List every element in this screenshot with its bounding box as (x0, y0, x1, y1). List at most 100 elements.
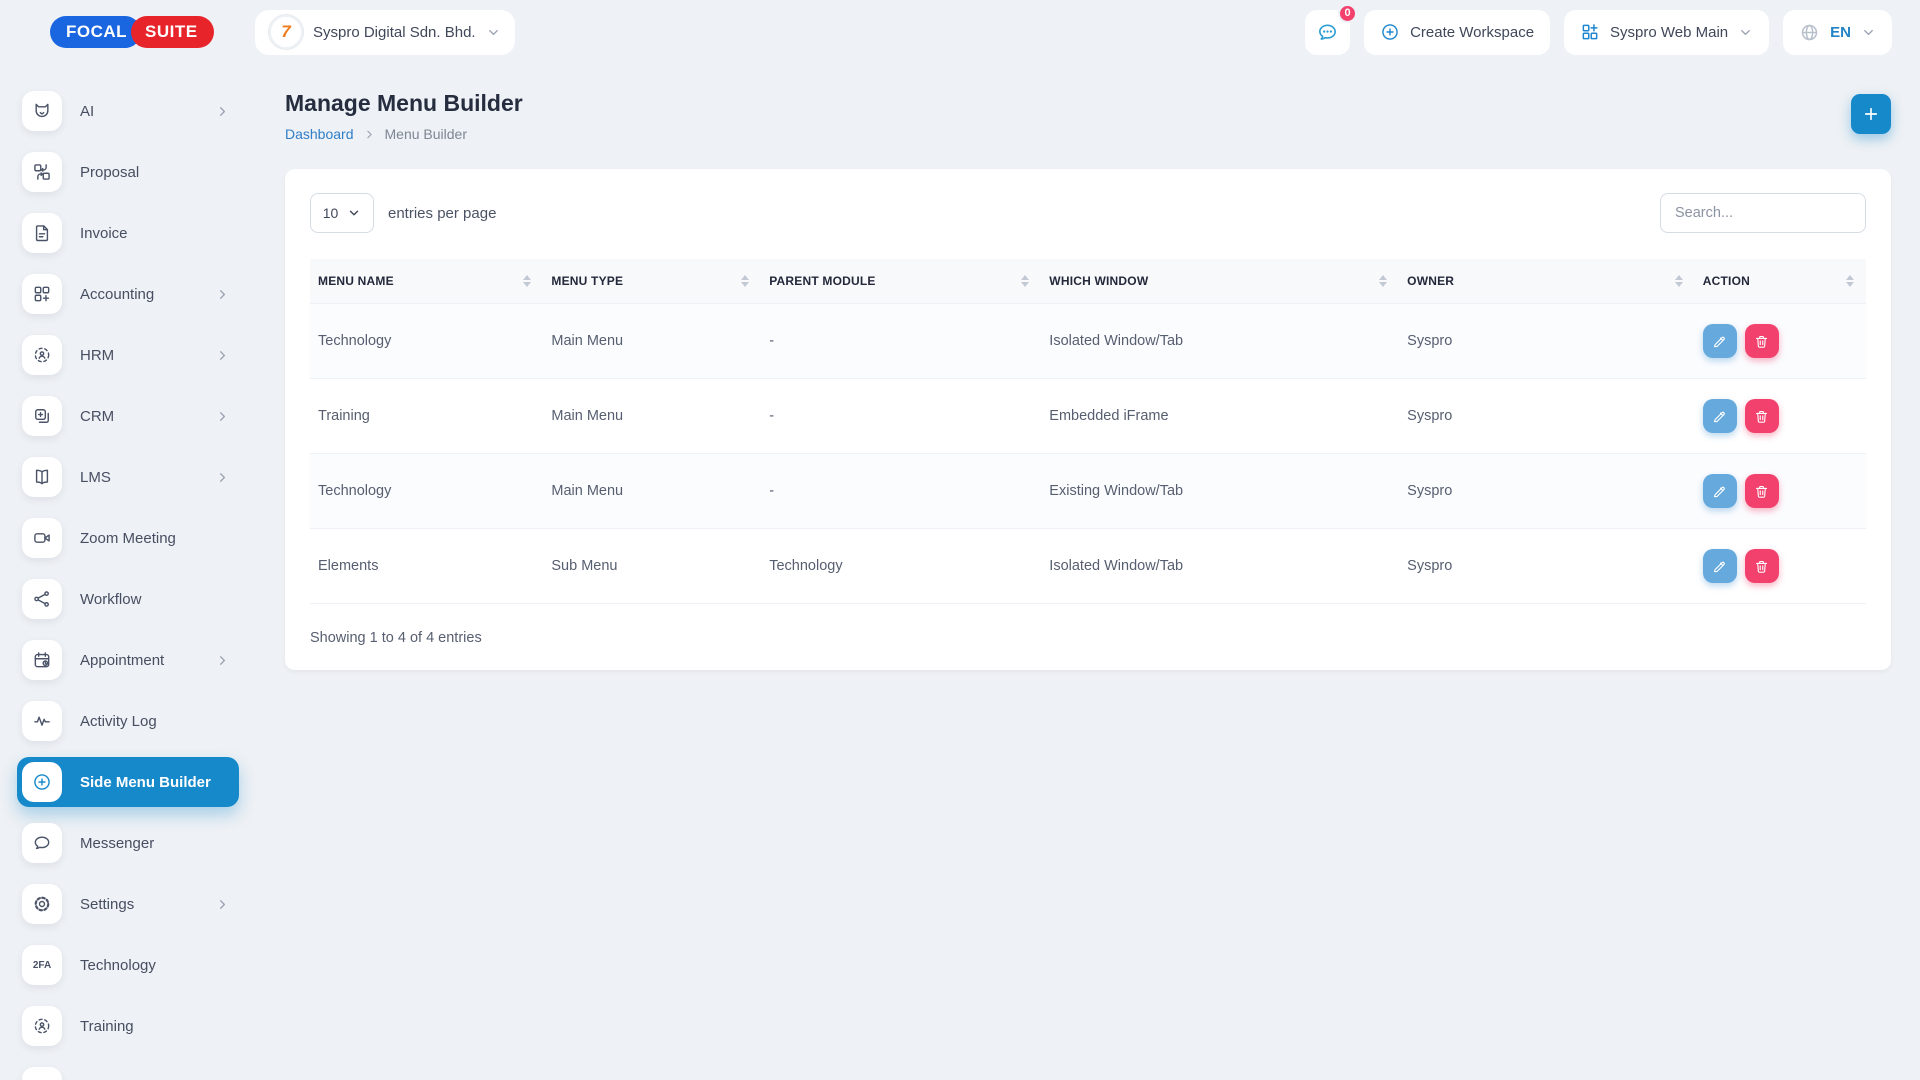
entries-summary: Showing 1 to 4 of 4 entries (310, 630, 1866, 646)
sidebar-item-accounting[interactable]: Accounting (17, 269, 239, 319)
column-header-parent-module[interactable]: PARENT MODULE (761, 259, 1041, 304)
topbar-actions: 0 Create Workspace Syspro Web Main (1305, 10, 1892, 55)
pencil-icon (1712, 334, 1727, 349)
chevron-right-icon (215, 409, 234, 424)
sidebar-item-label: Training (80, 1018, 134, 1035)
sidebar-item-proposal[interactable]: Proposal (17, 147, 239, 197)
2fa-icon: 2FA (22, 945, 62, 985)
edit-button[interactable] (1703, 549, 1737, 583)
edit-button[interactable] (1703, 474, 1737, 508)
column-header-menu-name[interactable]: MENU NAME (310, 259, 543, 304)
workspace-selector[interactable]: 7 Syspro Digital Sdn. Bhd. (255, 10, 515, 55)
entries-per-page-label: entries per page (388, 205, 496, 222)
cell-menu-type: Main Menu (543, 379, 761, 454)
pencil-icon (1712, 484, 1727, 499)
sidebar-item-settings[interactable]: Settings (17, 879, 239, 929)
sidebar-item-zoom-meeting[interactable]: Zoom Meeting (17, 513, 239, 563)
sidebar-item-invoice[interactable]: Invoice (17, 208, 239, 258)
sidebar-item-label: Messenger (80, 835, 154, 852)
cell-parent-module: - (761, 379, 1041, 454)
delete-button[interactable] (1745, 549, 1779, 583)
table-row: Technology Main Menu - Isolated Window/T… (310, 304, 1866, 379)
sidebar-item-crm[interactable]: CRM (17, 391, 239, 441)
sidebar-item-lms[interactable]: LMS (17, 452, 239, 502)
delete-button[interactable] (1745, 324, 1779, 358)
crm-icon (22, 396, 62, 436)
breadcrumb-dashboard-link[interactable]: Dashboard (285, 126, 354, 142)
sidebar-item-workflow[interactable]: Workflow (17, 574, 239, 624)
cell-which-window: Isolated Window/Tab (1041, 304, 1399, 379)
language-selector[interactable]: EN (1783, 10, 1892, 55)
hrm-icon (22, 335, 62, 375)
sidebar-item-label: HRM (80, 347, 114, 364)
action-buttons (1703, 324, 1858, 358)
sidebar-item-appointment[interactable]: Appointment (17, 635, 239, 685)
lms-icon (22, 457, 62, 497)
sidebar-item-label: Activity Log (80, 713, 157, 730)
sidebar-item-side-menu-builder[interactable]: Side Menu Builder (17, 757, 239, 807)
menu-builder-table: MENU NAME MENU TYPE PARENT MODULE WHICH … (310, 259, 1866, 604)
create-workspace-label: Create Workspace (1410, 24, 1534, 41)
cell-owner: Syspro (1399, 529, 1695, 604)
cell-menu-type: Main Menu (543, 304, 761, 379)
cell-menu-type: Main Menu (543, 454, 761, 529)
trash-icon (1754, 334, 1769, 349)
cell-owner: Syspro (1399, 379, 1695, 454)
chat-icon (1316, 21, 1339, 44)
sidebar-item-label: Accounting (80, 286, 154, 303)
message-count-badge: 0 (1338, 4, 1357, 23)
search-input[interactable] (1660, 193, 1866, 233)
delete-button[interactable] (1745, 399, 1779, 433)
column-header-which-window[interactable]: WHICH WINDOW (1041, 259, 1399, 304)
column-header-owner[interactable]: OWNER (1399, 259, 1695, 304)
workflow-icon (22, 579, 62, 619)
sort-icon (1021, 275, 1029, 287)
logo-suite: SUITE (131, 16, 214, 48)
sidebar-item-activity-log[interactable]: Activity Log (17, 696, 239, 746)
workspace-switcher[interactable]: Syspro Web Main (1564, 10, 1769, 55)
sidebar-item-ai[interactable]: AI (17, 86, 239, 136)
delete-button[interactable] (1745, 474, 1779, 508)
messages-button[interactable]: 0 (1305, 10, 1350, 55)
cell-menu-name: Elements (310, 529, 543, 604)
cell-parent-module: - (761, 454, 1041, 529)
app-logo[interactable]: FOCAL SUITE (50, 16, 214, 48)
edit-button[interactable] (1703, 399, 1737, 433)
breadcrumb: Dashboard Menu Builder (285, 126, 523, 142)
grid-plus-icon (1580, 22, 1600, 42)
workspace-name: Syspro Digital Sdn. Bhd. (313, 24, 476, 41)
sidebar-item-technology-module[interactable]: Technology (17, 1062, 239, 1080)
sidebar-item-training[interactable]: Training (17, 1001, 239, 1051)
chevron-down-icon (1738, 25, 1753, 40)
table-header-row: MENU NAME MENU TYPE PARENT MODULE WHICH … (310, 259, 1866, 304)
edit-button[interactable] (1703, 324, 1737, 358)
menu-builder-card: 10 entries per page MENU NAME MENU TYPE (285, 169, 1891, 670)
chevron-right-icon (215, 104, 234, 119)
sidebar-item-hrm[interactable]: HRM (17, 330, 239, 380)
sidebar-item-messenger[interactable]: Messenger (17, 818, 239, 868)
trash-icon (1754, 484, 1769, 499)
sidebar-item-technology-2fa[interactable]: 2FA Technology (17, 940, 239, 990)
cell-owner: Syspro (1399, 454, 1695, 529)
sort-icon (1675, 275, 1683, 287)
sidebar-item-label: CRM (80, 408, 114, 425)
cell-parent-module: - (761, 304, 1041, 379)
cell-parent-module: Technology (761, 529, 1041, 604)
column-header-action[interactable]: ACTION (1695, 259, 1866, 304)
sidebar: AI Proposal Invoice Accounting (0, 64, 255, 1080)
activity-icon (22, 701, 62, 741)
add-menu-button[interactable] (1851, 94, 1891, 134)
cell-menu-name: Training (310, 379, 543, 454)
column-header-menu-type[interactable]: MENU TYPE (543, 259, 761, 304)
messenger-icon (22, 823, 62, 863)
pencil-icon (1712, 559, 1727, 574)
create-workspace-button[interactable]: Create Workspace (1364, 10, 1550, 55)
entries-per-page-select[interactable]: 10 (310, 193, 374, 233)
breadcrumb-current: Menu Builder (385, 126, 468, 142)
sidebar-item-label: Technology (80, 957, 156, 974)
sidebar-item-label: Zoom Meeting (80, 530, 176, 547)
action-buttons (1703, 549, 1858, 583)
workspace-switcher-label: Syspro Web Main (1610, 24, 1728, 41)
sidebar-item-label: Proposal (80, 164, 139, 181)
plus-circle-icon (1380, 22, 1400, 42)
